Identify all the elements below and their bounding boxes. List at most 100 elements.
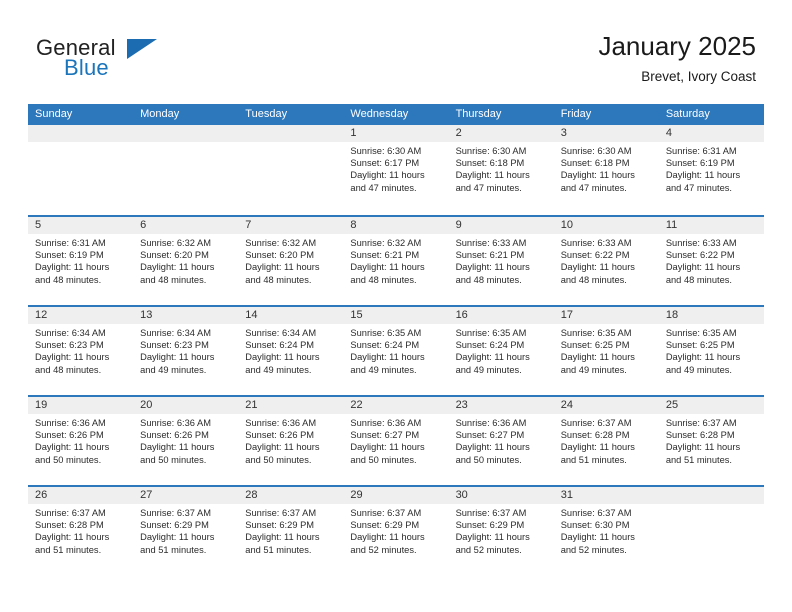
day-details: Sunrise: 6:31 AM Sunset: 6:19 PM Daylight:… — [659, 142, 764, 194]
day-details: Sunrise: 6:37 AM Sunset: 6:28 PM Daylight:… — [659, 414, 764, 466]
day-cell[interactable]: 28 Sunrise: 6:37 AM Sunset: 6:29 PM Dayligh… — [238, 487, 344, 575]
daylight-duration-line1: Daylight: 11 hours — [350, 352, 425, 363]
sunrise-time: Sunrise: 6:32 AM — [350, 238, 422, 248]
daylight-duration-line1: Daylight: 11 hours — [560, 262, 635, 273]
sunset-time: Sunset: 6:23 PM — [35, 340, 104, 351]
sunset-time: Sunset: 6:29 PM — [140, 520, 209, 531]
day-cell[interactable]: 20 Sunrise: 6:36 AM Sunset: 6:26 PM Dayligh… — [133, 397, 239, 485]
daylight-duration-line1: Daylight: 11 hours — [245, 532, 320, 543]
day-details: Sunrise: 6:32 AM Sunset: 6:20 PM Daylight:… — [133, 234, 238, 286]
day-cell[interactable]: 11 Sunrise: 6:33 AM Sunset: 6:22 PM Dayligh… — [658, 217, 764, 305]
day-cell[interactable]: 2 Sunrise: 6:30 AM Sunset: 6:18 PM Daylight… — [448, 125, 554, 215]
day-number: 5 — [28, 217, 134, 234]
day-cell[interactable]: 5 Sunrise: 6:31 AM Sunset: 6:19 PM Daylight… — [28, 217, 134, 305]
day-number: 8 — [343, 217, 449, 234]
sunset-time: Sunset: 6:24 PM — [245, 340, 315, 351]
sunset-time: Sunset: 6:22 PM — [665, 250, 735, 261]
daylight-duration-line2: and 51 minutes. — [140, 544, 207, 555]
day-details: Sunrise: 6:35 AM Sunset: 6:25 PM Daylight:… — [554, 324, 659, 376]
sunrise-time: Sunrise: 6:37 AM — [560, 418, 632, 428]
sunset-time: Sunset: 6:18 PM — [560, 158, 630, 169]
sunrise-time: Sunrise: 6:30 AM — [560, 146, 632, 156]
day-cell[interactable]: 16 Sunrise: 6:35 AM Sunset: 6:24 PM Dayligh… — [448, 307, 554, 395]
sunset-time: Sunset: 6:25 PM — [560, 340, 630, 351]
day-cell[interactable]: 9 Sunrise: 6:33 AM Sunset: 6:21 PM Daylight… — [448, 217, 554, 305]
weekday-header-row: Sunday Monday Tuesday Wednesday Thursday… — [28, 104, 764, 125]
daylight-duration-line2: and 51 minutes. — [560, 454, 627, 465]
day-number: 27 — [133, 487, 239, 504]
day-cell[interactable]: 30 Sunrise: 6:37 AM Sunset: 6:29 PM Dayligh… — [448, 487, 554, 575]
sunset-time: Sunset: 6:19 PM — [665, 158, 735, 169]
daylight-duration-line1: Daylight: 11 hours — [35, 532, 110, 543]
sunset-time: Sunset: 6:26 PM — [35, 430, 104, 441]
sunrise-time: Sunrise: 6:31 AM — [35, 238, 106, 248]
day-cell[interactable]: 22 Sunrise: 6:36 AM Sunset: 6:27 PM Dayligh… — [343, 397, 449, 485]
day-cell[interactable]: 1 Sunrise: 6:30 AM Sunset: 6:17 PM Daylight… — [343, 125, 449, 215]
day-details: Sunrise: 6:32 AM Sunset: 6:21 PM Daylight:… — [343, 234, 448, 286]
daylight-duration-line1: Daylight: 11 hours — [140, 442, 215, 453]
day-details: Sunrise: 6:35 AM Sunset: 6:24 PM Daylight:… — [343, 324, 448, 376]
day-cell[interactable]: 21 Sunrise: 6:36 AM Sunset: 6:26 PM Dayligh… — [238, 397, 344, 485]
daylight-duration-line1: Daylight: 11 hours — [455, 442, 530, 453]
calendar-week-row: 26 Sunrise: 6:37 AM Sunset: 6:28 PM Dayligh… — [28, 485, 764, 575]
sunset-time: Sunset: 6:29 PM — [455, 520, 525, 531]
sunrise-time: Sunrise: 6:36 AM — [35, 418, 106, 428]
day-number: 6 — [133, 217, 239, 234]
day-number: 17 — [553, 307, 659, 324]
sunrise-time: Sunrise: 6:37 AM — [665, 418, 737, 428]
day-cell[interactable]: 27 Sunrise: 6:37 AM Sunset: 6:29 PM Dayligh… — [133, 487, 239, 575]
day-cell[interactable]: 4 Sunrise: 6:31 AM Sunset: 6:19 PM Daylight… — [658, 125, 764, 215]
sunrise-time: Sunrise: 6:34 AM — [140, 328, 211, 338]
sunrise-time: Sunrise: 6:36 AM — [245, 418, 317, 428]
day-details: Sunrise: 6:30 AM Sunset: 6:18 PM Daylight:… — [554, 142, 659, 194]
sunset-time: Sunset: 6:21 PM — [350, 250, 420, 261]
daylight-duration-line2: and 49 minutes. — [350, 364, 417, 375]
day-details: Sunrise: 6:37 AM Sunset: 6:28 PM Daylight:… — [554, 414, 659, 466]
page-title: January 2025 — [598, 31, 756, 61]
day-cell[interactable]: 6 Sunrise: 6:32 AM Sunset: 6:20 PM Daylight… — [133, 217, 239, 305]
day-cell[interactable]: 7 Sunrise: 6:32 AM Sunset: 6:20 PM Daylight… — [238, 217, 344, 305]
day-details: Sunrise: 6:37 AM Sunset: 6:29 PM Daylight:… — [238, 504, 343, 556]
day-cell[interactable]: 23 Sunrise: 6:36 AM Sunset: 6:27 PM Dayligh… — [448, 397, 554, 485]
sunset-time: Sunset: 6:19 PM — [35, 250, 104, 261]
day-cell[interactable]: 10 Sunrise: 6:33 AM Sunset: 6:22 PM Dayligh… — [553, 217, 659, 305]
weekday-header-sunday: Sunday — [35, 108, 73, 120]
sunset-time: Sunset: 6:26 PM — [245, 430, 315, 441]
day-cell[interactable]: 25 Sunrise: 6:37 AM Sunset: 6:28 PM Dayligh… — [658, 397, 764, 485]
daylight-duration-line1: Daylight: 11 hours — [350, 532, 425, 543]
calendar-week-row: 19 Sunrise: 6:36 AM Sunset: 6:26 PM Dayligh… — [28, 395, 764, 485]
day-cell-empty — [238, 125, 344, 215]
page-header: General Blue January 2025 Brevet, Ivory … — [0, 0, 792, 104]
day-cell[interactable]: 19 Sunrise: 6:36 AM Sunset: 6:26 PM Dayligh… — [28, 397, 134, 485]
day-details: Sunrise: 6:35 AM Sunset: 6:25 PM Daylight:… — [659, 324, 764, 376]
day-cell[interactable]: 18 Sunrise: 6:35 AM Sunset: 6:25 PM Dayligh… — [658, 307, 764, 395]
day-number: 28 — [238, 487, 344, 504]
day-cell[interactable]: 15 Sunrise: 6:35 AM Sunset: 6:24 PM Dayligh… — [343, 307, 449, 395]
day-cell[interactable]: 8 Sunrise: 6:32 AM Sunset: 6:21 PM Daylight… — [343, 217, 449, 305]
daylight-duration-line1: Daylight: 11 hours — [560, 532, 635, 543]
day-details: Sunrise: 6:34 AM Sunset: 6:23 PM Daylight:… — [28, 324, 133, 376]
calendar-grid: Sunday Monday Tuesday Wednesday Thursday… — [28, 104, 764, 575]
sunset-time: Sunset: 6:29 PM — [350, 520, 420, 531]
day-cell[interactable]: 13 Sunrise: 6:34 AM Sunset: 6:23 PM Dayligh… — [133, 307, 239, 395]
day-cell[interactable]: 14 Sunrise: 6:34 AM Sunset: 6:24 PM Dayligh… — [238, 307, 344, 395]
sunrise-time: Sunrise: 6:37 AM — [560, 508, 632, 518]
day-cell[interactable]: 3 Sunrise: 6:30 AM Sunset: 6:18 PM Daylight… — [553, 125, 659, 215]
day-cell[interactable]: 24 Sunrise: 6:37 AM Sunset: 6:28 PM Dayligh… — [553, 397, 659, 485]
day-cell[interactable]: 12 Sunrise: 6:34 AM Sunset: 6:23 PM Dayligh… — [28, 307, 134, 395]
brand-logo[interactable]: General Blue — [36, 36, 216, 86]
daylight-duration-line2: and 48 minutes. — [35, 274, 102, 285]
sunrise-time: Sunrise: 6:33 AM — [455, 238, 527, 248]
day-cell[interactable]: 31 Sunrise: 6:37 AM Sunset: 6:30 PM Dayligh… — [553, 487, 659, 575]
day-cell[interactable]: 17 Sunrise: 6:35 AM Sunset: 6:25 PM Dayligh… — [553, 307, 659, 395]
daylight-duration-line1: Daylight: 11 hours — [665, 442, 741, 453]
sunset-time: Sunset: 6:25 PM — [665, 340, 735, 351]
day-cell[interactable]: 26 Sunrise: 6:37 AM Sunset: 6:28 PM Dayligh… — [28, 487, 134, 575]
day-number: 25 — [658, 397, 764, 414]
sunrise-time: Sunrise: 6:32 AM — [245, 238, 317, 248]
daylight-duration-line1: Daylight: 11 hours — [35, 352, 110, 363]
daylight-duration-line2: and 50 minutes. — [35, 454, 102, 465]
daylight-duration-line2: and 48 minutes. — [455, 274, 522, 285]
day-cell[interactable]: 29 Sunrise: 6:37 AM Sunset: 6:29 PM Dayligh… — [343, 487, 449, 575]
day-number: 4 — [658, 125, 764, 142]
